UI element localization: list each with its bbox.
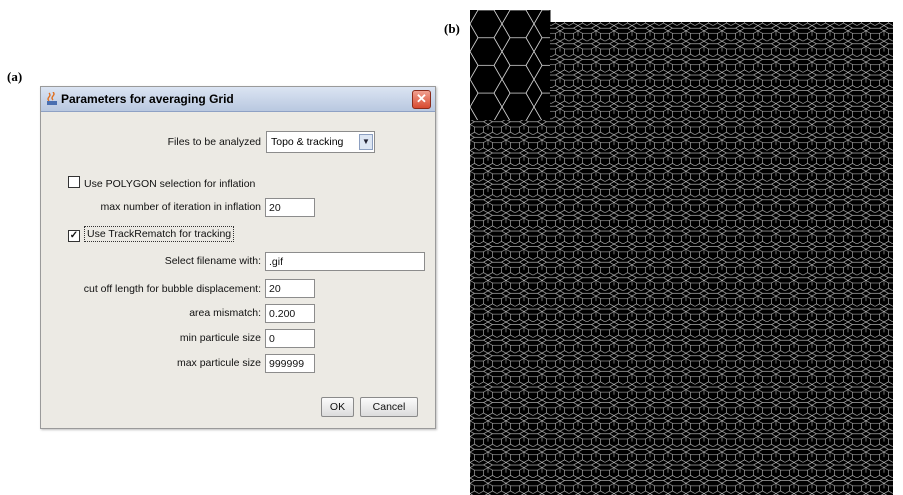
close-icon: ✕	[416, 91, 427, 106]
polygon-checkbox-row[interactable]: Use POLYGON selection for inflation	[68, 176, 255, 190]
max-iteration-label: max number of iteration in inflation	[100, 201, 262, 213]
cutoff-input[interactable]	[265, 279, 315, 298]
min-size-label: min particule size	[179, 332, 261, 344]
min-size-input[interactable]	[265, 329, 315, 348]
filename-label: Select filename with:	[164, 255, 261, 267]
max-iteration-input[interactable]	[265, 198, 315, 217]
parameters-dialog: Parameters for averaging Grid ✕ Files to…	[40, 86, 436, 429]
files-select-value: Topo & tracking	[271, 136, 344, 148]
area-mismatch-label: area mismatch:	[189, 307, 261, 319]
trackrematch-checkbox-label: Use TrackRematch for tracking	[84, 226, 235, 242]
trackrematch-checkbox[interactable]: ✓	[68, 230, 80, 242]
area-mismatch-input[interactable]	[265, 304, 315, 323]
chevron-down-icon[interactable]: ▼	[359, 134, 373, 150]
cutoff-label: cut off length for bubble displacement:	[83, 283, 261, 295]
polygon-checkbox-label: Use POLYGON selection for inflation	[84, 178, 256, 190]
polygon-checkbox[interactable]	[68, 176, 80, 188]
max-size-label: max particule size	[176, 357, 261, 369]
bubble-mesh-image	[470, 10, 893, 495]
ok-button[interactable]: OK	[321, 397, 354, 417]
cancel-button[interactable]: Cancel	[360, 397, 418, 417]
trackrematch-checkbox-row[interactable]: ✓ Use TrackRematch for tracking	[68, 226, 235, 242]
java-coffee-icon	[47, 92, 57, 105]
files-select[interactable]: Topo & tracking ▼	[266, 131, 375, 153]
panel-label-a: (a)	[7, 69, 23, 84]
files-label: Files to be analyzed	[167, 136, 261, 148]
checkmark-icon: ✓	[69, 230, 79, 241]
filename-input[interactable]	[265, 252, 425, 271]
dialog-title: Parameters for averaging Grid	[61, 92, 234, 106]
max-size-input[interactable]	[265, 354, 315, 373]
close-button[interactable]: ✕	[412, 90, 431, 109]
dialog-titlebar[interactable]: Parameters for averaging Grid ✕	[41, 87, 435, 112]
panel-label-b: (b)	[444, 21, 460, 36]
